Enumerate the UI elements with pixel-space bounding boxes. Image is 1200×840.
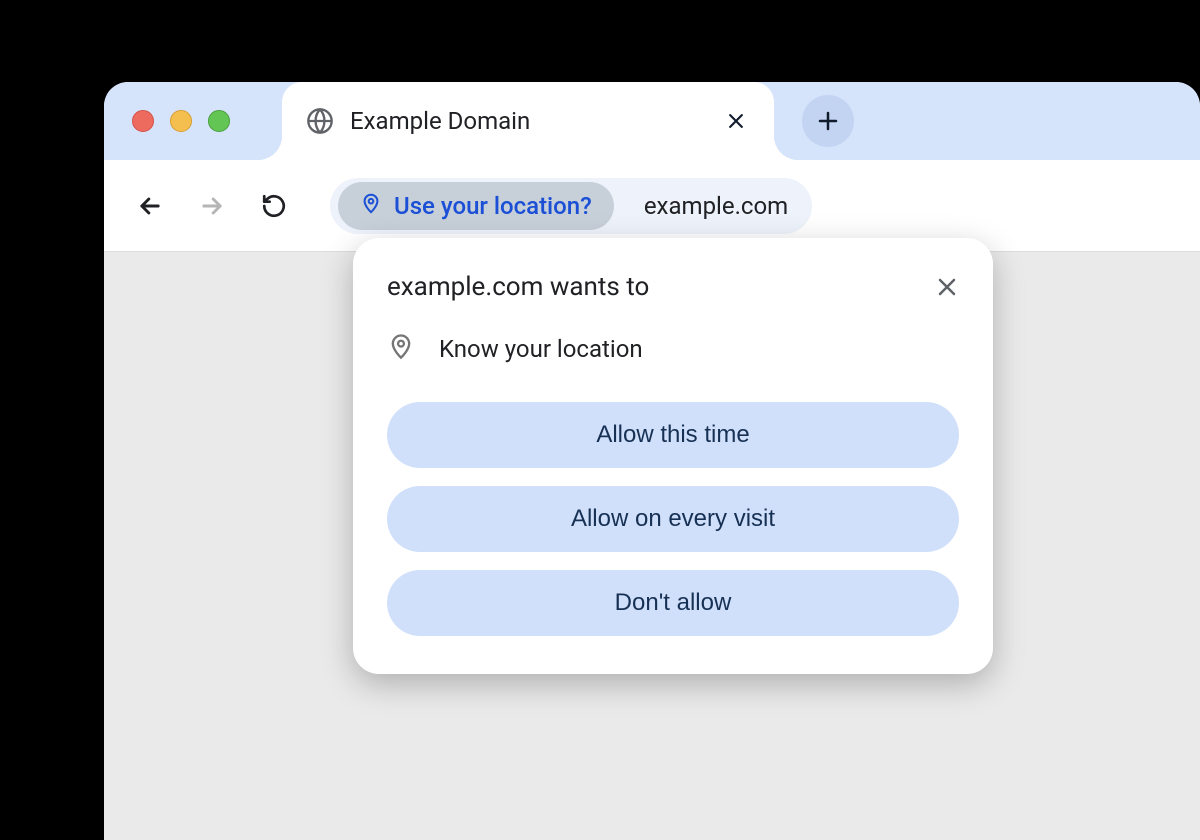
permission-dialog-close-button[interactable] <box>935 275 959 299</box>
globe-icon <box>306 107 334 135</box>
tab-close-button[interactable] <box>726 111 746 131</box>
permission-chip-label: Use your location? <box>394 192 592 220</box>
browser-window: Example Domain Use your location? <box>104 82 1200 840</box>
url-text: example.com <box>644 192 788 220</box>
back-button[interactable] <box>136 192 164 220</box>
window-controls <box>132 110 230 132</box>
permission-dialog: example.com wants to Know your location … <box>353 238 993 674</box>
window-minimize-button[interactable] <box>170 110 192 132</box>
deny-button[interactable]: Don't allow <box>387 570 959 636</box>
new-tab-button[interactable] <box>802 95 854 147</box>
permission-item: Know your location <box>387 332 959 366</box>
location-pin-icon <box>387 332 415 366</box>
forward-button[interactable] <box>198 192 226 220</box>
tab-title: Example Domain <box>350 107 726 135</box>
browser-tab[interactable]: Example Domain <box>282 82 774 160</box>
allow-always-button[interactable]: Allow on every visit <box>387 486 959 552</box>
permission-dialog-title: example.com wants to <box>387 272 649 302</box>
window-maximize-button[interactable] <box>208 110 230 132</box>
reload-button[interactable] <box>260 192 288 220</box>
location-pin-icon <box>360 192 382 220</box>
allow-once-button[interactable]: Allow this time <box>387 402 959 468</box>
permission-chip[interactable]: Use your location? <box>338 182 614 230</box>
window-close-button[interactable] <box>132 110 154 132</box>
permission-item-label: Know your location <box>439 335 643 363</box>
tab-strip: Example Domain <box>104 82 1200 160</box>
address-bar[interactable]: Use your location? example.com <box>330 178 812 234</box>
